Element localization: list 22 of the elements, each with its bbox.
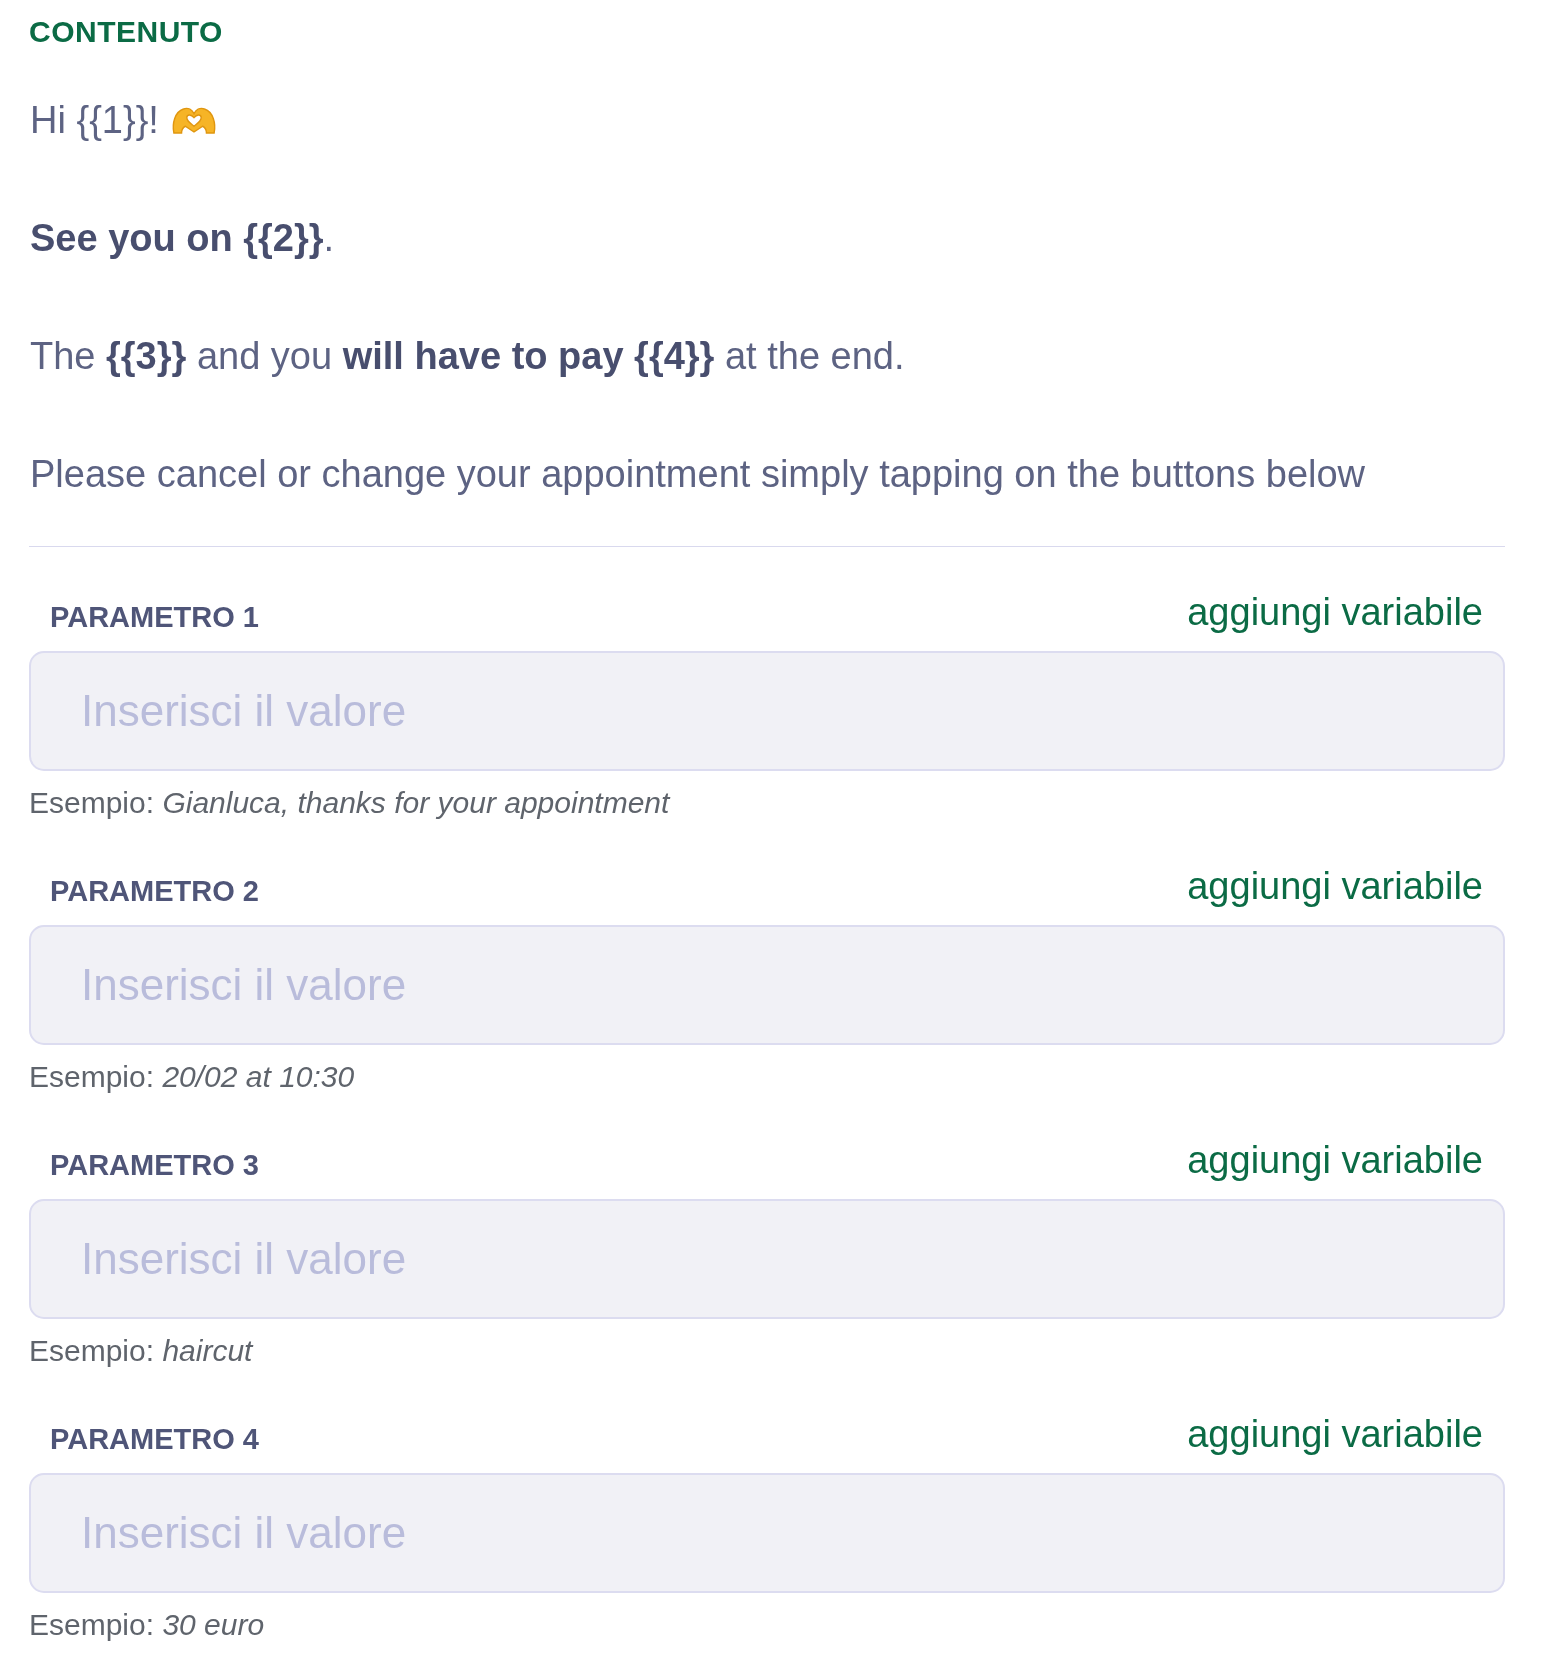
add-variable-link[interactable]: aggiungi variabile: [1187, 1411, 1483, 1457]
value-input-field[interactable]: Inserisci il valore: [29, 1473, 1505, 1593]
example-text: Esempio: 20/02 at 10:30: [29, 1059, 355, 1095]
message-text: See you on {{2}}.: [30, 216, 335, 261]
value-input-field[interactable]: Inserisci il valore: [29, 1199, 1505, 1319]
add-variable-link[interactable]: aggiungi variabile: [1187, 863, 1483, 909]
message-text: The {{3}} and you will have to pay {{4}} at the end.: [30, 334, 905, 379]
add-variable-link[interactable]: aggiungi variabile: [1187, 589, 1483, 635]
example-text: Esempio: haircut: [29, 1333, 253, 1369]
message-text: Hi {{1}}!: [30, 98, 159, 143]
example-text: Esempio: Gianluca, thanks for your appointment: [29, 785, 670, 821]
heart-hands-icon: [170, 105, 217, 135]
value-input-field[interactable]: Inserisci il valore: [29, 925, 1505, 1045]
value-input-field[interactable]: Inserisci il valore: [29, 651, 1505, 771]
parameter-label: PARAMETRO 2: [50, 874, 259, 909]
section-title: CONTENUTO: [29, 14, 223, 50]
add-variable-link[interactable]: aggiungi variabile: [1187, 1137, 1483, 1183]
message-text: Please cancel or change your appointment simply tapping on the buttons below: [30, 452, 1366, 497]
example-text: Esempio: 30 euro: [29, 1607, 265, 1643]
parameter-label: PARAMETRO 3: [50, 1148, 259, 1183]
parameter-label: PARAMETRO 4: [50, 1422, 259, 1457]
parameter-label: PARAMETRO 1: [50, 600, 259, 635]
